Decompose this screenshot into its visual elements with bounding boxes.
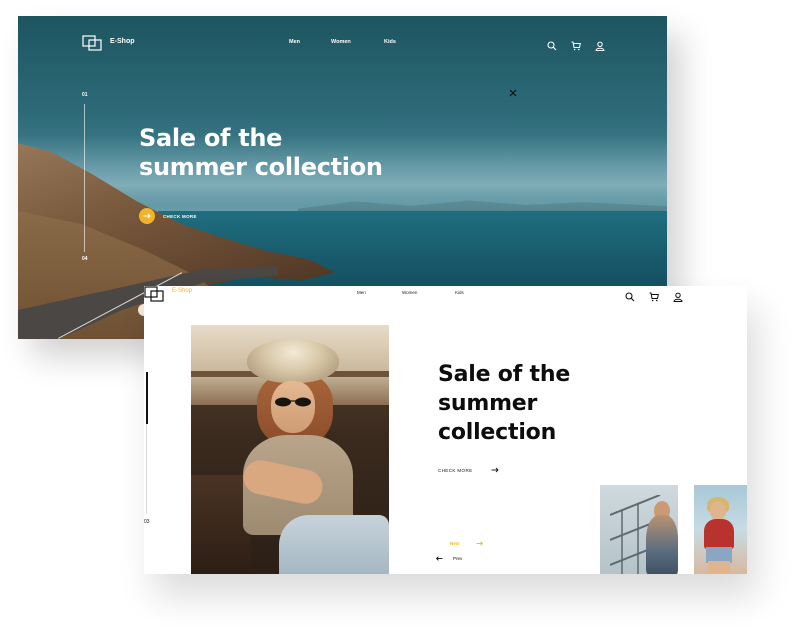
prev-label: Prev <box>453 556 463 561</box>
hero-slider-screen-white: E-Shop Men Women Kids 03 Sale of the sum… <box>144 286 747 574</box>
logo-icon[interactable] <box>144 286 164 302</box>
slide-progress-active <box>146 372 148 424</box>
hero-title: Sale of the summer collection <box>139 124 419 182</box>
arrow-right-icon <box>139 208 155 224</box>
arrow-right-icon <box>476 541 483 546</box>
photo-hat <box>247 339 339 383</box>
thumbnail-legs <box>708 561 730 574</box>
brand-name[interactable]: E-Shop <box>110 38 135 45</box>
slide-thumbnail[interactable] <box>694 485 747 574</box>
next-label: Next <box>450 541 460 546</box>
header-icons <box>625 289 683 302</box>
slide-counter-total: 04 <box>82 256 88 262</box>
hero-product-photo <box>191 325 389 574</box>
cart-icon[interactable] <box>571 38 581 51</box>
nav-item-women[interactable]: Women <box>331 39 351 45</box>
check-more-label: CHECK MORE <box>438 467 473 473</box>
photo-jeans <box>279 515 389 574</box>
slide-progress-track <box>146 424 147 514</box>
nav-item-men[interactable]: Men <box>357 290 366 295</box>
photo-face <box>271 381 315 433</box>
logo-icon[interactable] <box>82 35 102 51</box>
thumbnail-red-shirt <box>704 519 734 549</box>
arrow-left-icon <box>436 556 443 561</box>
user-icon[interactable] <box>673 289 683 302</box>
check-more-label: CHECK MORE <box>163 213 197 219</box>
nav-item-kids[interactable]: Kids <box>384 39 396 45</box>
slide-progress-line <box>84 104 85 252</box>
hero-title-line: summer collection <box>139 153 383 181</box>
thumbnail-person <box>646 515 678 574</box>
slide-counter-total: 03 <box>144 519 150 525</box>
cart-icon[interactable] <box>649 289 659 302</box>
brand-name[interactable]: E-Shop <box>172 288 192 294</box>
prev-slide-button[interactable]: Prev <box>436 556 462 561</box>
arrow-right-icon <box>491 467 499 473</box>
search-icon[interactable] <box>547 38 557 51</box>
top-navigation: E-Shop Men Women Kids <box>18 16 667 76</box>
user-icon[interactable] <box>595 38 605 51</box>
close-icon[interactable] <box>508 88 518 98</box>
nav-item-women[interactable]: Women <box>402 290 417 295</box>
hero-title-line: Sale of the <box>139 124 283 152</box>
header-icons <box>547 38 605 51</box>
hero-title-line: collection <box>438 420 557 445</box>
check-more-button[interactable]: CHECK MORE <box>139 208 197 224</box>
photo-seat <box>191 475 251 574</box>
check-more-button[interactable]: CHECK MORE <box>438 467 499 473</box>
hero-title-line: summer <box>438 391 538 416</box>
next-slide-button[interactable]: Next <box>450 541 483 546</box>
thumbnail-person-head <box>710 501 726 521</box>
hero-title-line: Sale of the <box>438 362 571 387</box>
search-icon[interactable] <box>625 289 635 302</box>
nav-item-kids[interactable]: Kids <box>455 290 464 295</box>
slide-counter-current: 01 <box>82 92 88 98</box>
hero-title: Sale of the summer collection <box>438 360 638 447</box>
slide-thumbnail[interactable] <box>600 485 678 574</box>
photo-sunglasses <box>275 397 311 407</box>
nav-item-men[interactable]: Men <box>289 39 300 45</box>
